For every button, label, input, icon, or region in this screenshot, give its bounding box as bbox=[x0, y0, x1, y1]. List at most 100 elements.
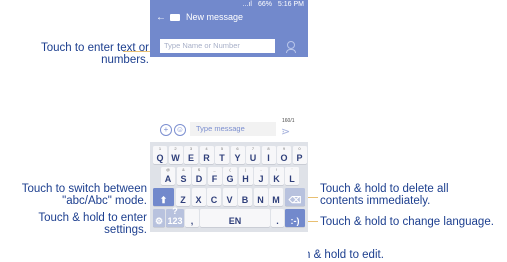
key-label: U bbox=[249, 153, 257, 163]
key-label: V bbox=[226, 195, 233, 205]
key-label: F bbox=[211, 174, 218, 184]
key-p[interactable]: 0P bbox=[292, 146, 307, 164]
character-counter: 160/1 bbox=[282, 118, 295, 124]
key-g[interactable]: (G bbox=[223, 167, 237, 185]
key-hint: 6 bbox=[236, 146, 239, 151]
key-label: L bbox=[289, 174, 295, 184]
key-label: , bbox=[190, 216, 194, 226]
comma-key[interactable]: , bbox=[185, 209, 199, 227]
key-hint: _ bbox=[213, 167, 216, 172]
key-s[interactable]: & S bbox=[176, 167, 191, 185]
key-label: Y bbox=[234, 153, 241, 163]
key-a[interactable]: @ A bbox=[161, 167, 175, 185]
message-icon bbox=[170, 14, 180, 21]
battery-level: 66% bbox=[257, 1, 272, 8]
key-label: W bbox=[171, 153, 180, 163]
key-label: M bbox=[272, 195, 280, 205]
key-l[interactable]: ' L bbox=[285, 167, 299, 185]
recipient-bar: Type Name or Number bbox=[150, 26, 308, 57]
page-title: New message bbox=[186, 12, 244, 22]
key-label: J bbox=[258, 174, 264, 184]
key-f[interactable]: _ F bbox=[207, 167, 222, 185]
key-hint: ) bbox=[244, 167, 247, 172]
key-hint: ! bbox=[275, 167, 278, 172]
callout-language: Touch & hold to change language. bbox=[320, 216, 494, 228]
key-label: C bbox=[210, 195, 218, 205]
callout-text-entry: Touch to enter text or numbers. bbox=[40, 42, 149, 66]
key-r[interactable]: 4R bbox=[199, 146, 214, 164]
delete-key[interactable]: ⌫ bbox=[285, 188, 305, 206]
key-label: . bbox=[276, 216, 279, 226]
key-label: O bbox=[280, 153, 288, 163]
key-d[interactable]: $ D bbox=[192, 167, 206, 185]
key-label: D bbox=[195, 174, 203, 184]
key-hint: 9 bbox=[282, 146, 286, 151]
callout-line-delete bbox=[308, 197, 318, 198]
back-arrow-icon[interactable]: ← bbox=[156, 9, 166, 26]
key-hint: - bbox=[260, 167, 262, 172]
key-hint: 1 bbox=[158, 146, 162, 151]
settings-key[interactable]: ⚙ bbox=[153, 209, 165, 227]
phone-screen: ...ıl 66% 5:16 PM ← New message Type Nam… bbox=[150, 0, 308, 262]
key-label: Z bbox=[180, 195, 186, 205]
key-label: ?123 bbox=[167, 206, 183, 226]
key-u[interactable]: 7U bbox=[246, 146, 260, 164]
key-m[interactable]: M bbox=[269, 188, 283, 206]
key-label: N bbox=[257, 195, 264, 205]
key-label: K bbox=[273, 174, 280, 184]
key-label: X bbox=[195, 195, 202, 205]
key-i[interactable]: 8I bbox=[261, 146, 276, 164]
recipient-input[interactable]: Type Name or Number bbox=[160, 39, 275, 53]
shift-key[interactable]: ⬆ bbox=[153, 188, 174, 206]
key-k[interactable]: ! K bbox=[269, 167, 284, 185]
key-n[interactable]: N bbox=[253, 188, 268, 206]
app-bar: ← New message bbox=[150, 9, 308, 26]
key-label: B bbox=[241, 195, 249, 205]
space-key[interactable]: EN bbox=[200, 209, 270, 227]
key-o[interactable]: 9O bbox=[277, 146, 291, 164]
key-v[interactable]: V bbox=[222, 188, 237, 206]
key-b[interactable]: B bbox=[238, 188, 252, 206]
key-z[interactable]: Z bbox=[176, 188, 190, 206]
message-input[interactable]: Type message bbox=[190, 122, 276, 136]
status-bar: ...ıl 66% 5:16 PM bbox=[150, 0, 308, 9]
key-y[interactable]: 6Y bbox=[230, 146, 245, 164]
key-hint: 7 bbox=[251, 146, 255, 151]
callout-delete: Touch & hold to delete all contents immed… bbox=[320, 183, 449, 207]
key-hint: 3 bbox=[189, 146, 193, 151]
key-label: A bbox=[164, 174, 172, 184]
key-x[interactable]: X bbox=[191, 188, 206, 206]
key-hint: @ bbox=[165, 167, 171, 172]
period-key[interactable]: . bbox=[271, 209, 284, 227]
key-hint: ' bbox=[291, 167, 293, 172]
key-hint: 2 bbox=[174, 146, 177, 151]
key-label: EN bbox=[228, 216, 242, 226]
key-hint: ( bbox=[229, 167, 231, 172]
key-w[interactable]: 2W bbox=[168, 146, 183, 164]
symbols-key[interactable]: ?123 bbox=[166, 206, 184, 227]
send-icon[interactable]: ⋗ bbox=[281, 125, 290, 138]
key-hint: $ bbox=[197, 167, 201, 172]
add-attachment-icon[interactable]: + bbox=[160, 124, 172, 136]
key-label: ⚙ bbox=[154, 216, 164, 226]
key-label: S bbox=[180, 174, 187, 184]
callout-settings: Touch & hold to enter settings. bbox=[38, 212, 147, 236]
callout-switch-mode: Touch to switch between "abc/Abc" mode. bbox=[21, 183, 147, 207]
key-h[interactable]: ) H bbox=[238, 167, 253, 185]
contact-icon[interactable] bbox=[286, 41, 296, 53]
key-label: ⌫ bbox=[288, 195, 302, 205]
key-t[interactable]: 5T bbox=[215, 146, 229, 164]
emoji-icon[interactable]: ☺ bbox=[174, 124, 186, 136]
key-label: :-) bbox=[290, 216, 300, 226]
key-hint: 8 bbox=[267, 146, 270, 151]
keyboard: 1 Q 2 W 3 E 4 R 5 T 6 Y 7 U 8 I 9 O 0 P @ A & S $ D _ F(G) H - J! K ' L ⬆ Z… bbox=[150, 142, 308, 232]
key-label: T bbox=[219, 153, 225, 163]
key-hint: 0 bbox=[298, 146, 301, 151]
key-c[interactable]: C bbox=[207, 188, 221, 206]
emoji-enter-key[interactable]: :-) bbox=[285, 209, 305, 227]
composer-bar: + ☺ Type message 160/1 ⋗ bbox=[150, 117, 308, 142]
key-j[interactable]: -J bbox=[254, 167, 268, 185]
key-q[interactable]: 1Q bbox=[153, 146, 167, 164]
key-e[interactable]: 3E bbox=[184, 146, 198, 164]
key-hint: 4 bbox=[205, 146, 208, 151]
